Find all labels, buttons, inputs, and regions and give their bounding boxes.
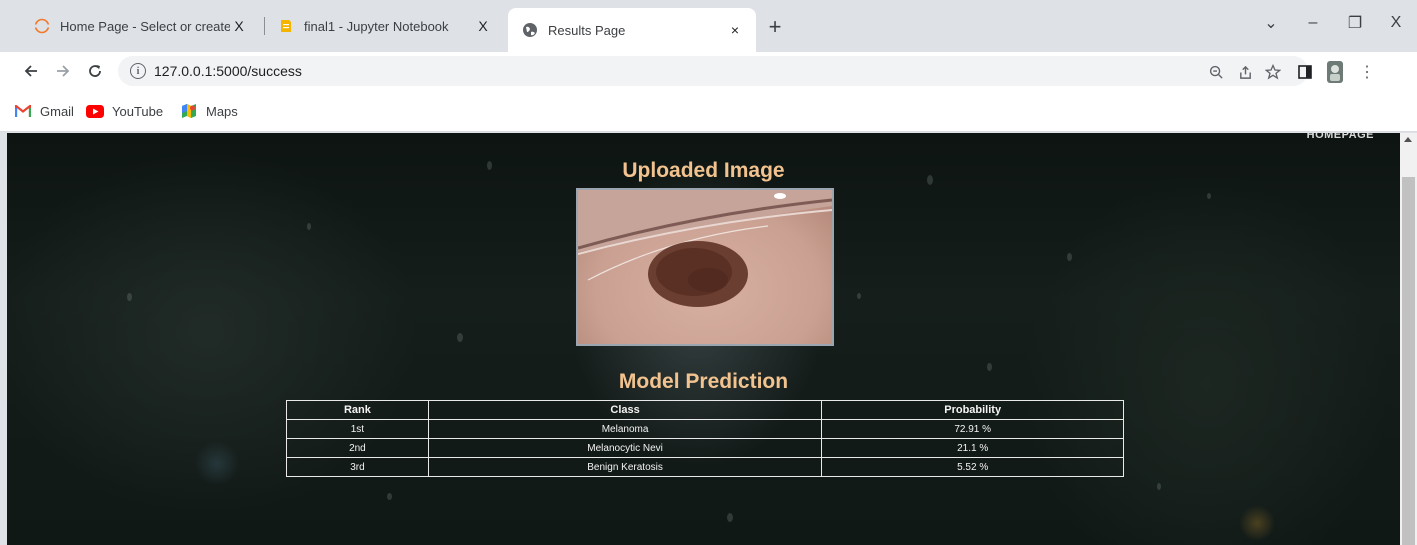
- skin-lesion-picture: [578, 190, 832, 307]
- jupyter-icon: [34, 18, 50, 34]
- probability-cell: 72.91 %: [821, 419, 1124, 439]
- bookmark-label: Gmail: [40, 103, 74, 119]
- raindrop: [727, 513, 733, 522]
- table-row: 1st Melanoma 72.91 %: [286, 419, 1124, 439]
- table-row: 3rd Benign Keratosis 5.52 %: [286, 457, 1124, 477]
- probability-cell: 21.1 %: [821, 438, 1124, 458]
- info-icon[interactable]: i: [130, 63, 146, 79]
- bookmark-star-icon[interactable]: [1262, 61, 1284, 83]
- raindrop: [1207, 193, 1211, 199]
- close-tab-icon[interactable]: X: [230, 17, 248, 35]
- raindrop: [457, 333, 463, 342]
- tab-results-page[interactable]: Results Page ×: [508, 8, 756, 52]
- browser-toolbar: i 127.0.0.1:5000/success ⋮: [0, 52, 1417, 90]
- prediction-table: Rank Class Probability 1st Melanoma 72.9…: [286, 400, 1124, 477]
- uploaded-skin-lesion-image: [576, 188, 834, 346]
- arrow-left-icon: [24, 65, 37, 77]
- model-prediction-heading: Model Prediction: [618, 370, 789, 393]
- raindrop: [857, 293, 861, 299]
- reload-icon: [89, 65, 101, 77]
- close-window-button[interactable]: X: [1381, 10, 1411, 36]
- class-cell: Melanocytic Nevi: [427, 438, 823, 458]
- raindrop: [307, 223, 311, 230]
- more-menu-icon[interactable]: ⋮: [1356, 61, 1378, 83]
- tab-search-dropdown-icon[interactable]: ⌄: [1256, 10, 1286, 36]
- tab-title: Results Page: [548, 22, 626, 38]
- rank-cell: 1st: [286, 419, 429, 439]
- raindrop: [387, 493, 392, 500]
- column-header-probability: Probability: [821, 400, 1124, 420]
- table-header-row: Rank Class Probability: [286, 400, 1124, 420]
- arrow-right-icon: [57, 65, 70, 77]
- gmail-icon: [14, 103, 32, 119]
- bookmark-gmail[interactable]: Gmail: [14, 100, 74, 122]
- bookmark-label: Maps: [206, 103, 238, 119]
- rank-cell: 2nd: [286, 438, 429, 458]
- table-row: 2nd Melanocytic Nevi 21.1 %: [286, 438, 1124, 458]
- bookmarks-bar: Gmail YouTube Maps: [0, 90, 1417, 132]
- tab-title: Home Page - Select or create a n: [60, 18, 230, 34]
- rank-cell: 3rd: [286, 457, 429, 477]
- column-header-rank: Rank: [286, 400, 429, 420]
- side-panel-icon[interactable]: [1294, 61, 1316, 83]
- tab-home-page[interactable]: Home Page - Select or create a n X: [20, 8, 260, 44]
- scroll-thumb[interactable]: [1402, 177, 1415, 545]
- bookmark-label: YouTube: [112, 103, 164, 119]
- new-tab-button[interactable]: +: [762, 14, 788, 40]
- uploaded-image-heading: Uploaded Image: [622, 159, 785, 182]
- tab-title: final1 - Jupyter Notebook: [304, 18, 449, 34]
- forward-button[interactable]: [50, 58, 76, 84]
- youtube-icon: [86, 103, 104, 119]
- class-cell: Melanoma: [427, 419, 823, 439]
- bookmark-youtube[interactable]: YouTube: [86, 100, 163, 122]
- class-cell: Benign Keratosis: [427, 457, 823, 477]
- notebook-icon: [281, 20, 291, 32]
- raindrop: [127, 293, 132, 301]
- column-header-class: Class: [427, 400, 823, 420]
- share-icon[interactable]: [1234, 61, 1256, 83]
- maps-icon: [180, 103, 198, 119]
- probability-cell: 5.52 %: [821, 457, 1124, 477]
- tab-final1-notebook[interactable]: final1 - Jupyter Notebook X: [264, 8, 504, 44]
- scroll-up-arrow-icon[interactable]: [1404, 137, 1412, 142]
- back-button[interactable]: [18, 58, 44, 84]
- tab-strip: Home Page - Select or create a n X final…: [0, 0, 1417, 52]
- address-bar[interactable]: i 127.0.0.1:5000/success: [118, 56, 1308, 86]
- bookmark-maps[interactable]: Maps: [180, 100, 238, 122]
- homepage-nav-link[interactable]: HOMEPAGE: [1307, 133, 1374, 141]
- restore-button[interactable]: ❐: [1340, 10, 1370, 36]
- minimize-button[interactable]: –: [1298, 10, 1328, 36]
- globe-icon: [523, 23, 537, 37]
- raindrop: [1157, 483, 1161, 490]
- close-tab-icon[interactable]: X: [474, 17, 492, 35]
- zoom-icon[interactable]: [1205, 61, 1227, 83]
- url-text: 127.0.0.1:5000/success: [154, 63, 302, 79]
- results-page-viewport: HOMEPAGE Uploaded Image Model Prediction…: [7, 133, 1400, 545]
- close-tab-icon[interactable]: ×: [726, 21, 744, 39]
- reload-button[interactable]: [82, 58, 108, 84]
- page-scrollbar[interactable]: [1400, 133, 1417, 545]
- raindrop: [1067, 253, 1072, 261]
- profile-avatar[interactable]: [1324, 61, 1346, 83]
